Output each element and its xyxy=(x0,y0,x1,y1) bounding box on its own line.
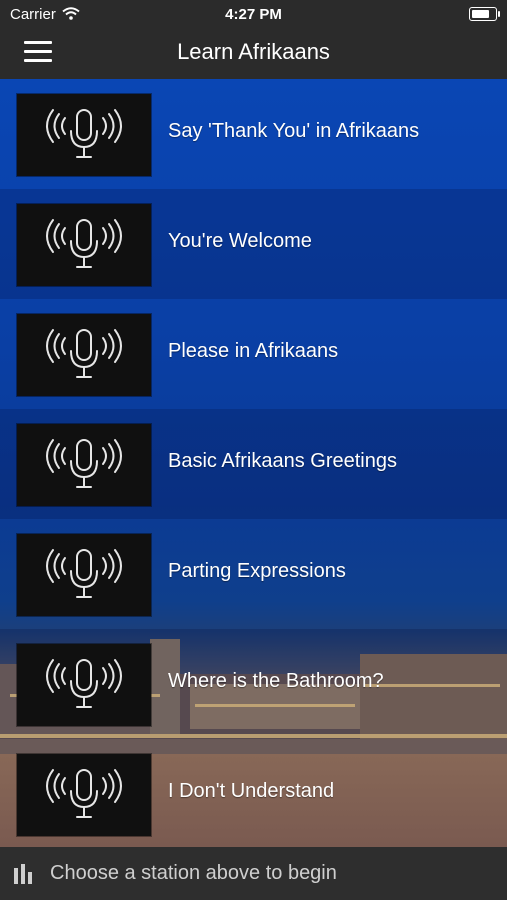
microphone-icon xyxy=(46,109,122,158)
station-thumbnail xyxy=(17,424,151,506)
station-list: Say 'Thank You' in Afrikaans You're Welc… xyxy=(0,79,507,847)
station-label: Basic Afrikaans Greetings xyxy=(168,450,397,472)
microphone-icon xyxy=(46,219,122,268)
station-thumbnail xyxy=(17,644,151,726)
station-row[interactable]: Say 'Thank You' in Afrikaans xyxy=(0,79,507,189)
station-thumbnail xyxy=(17,204,151,286)
microphone-icon xyxy=(46,439,122,488)
now-playing-bar: Choose a station above to begin xyxy=(0,847,507,900)
navigation-bar: Learn Afrikaans xyxy=(0,28,507,79)
station-thumbnail xyxy=(17,754,151,836)
microphone-icon xyxy=(46,659,122,708)
station-thumbnail xyxy=(17,534,151,616)
status-bar: Carrier 4:27 PM xyxy=(0,0,507,28)
station-row[interactable]: Where is the Bathroom? xyxy=(0,629,507,739)
station-row[interactable]: Basic Afrikaans Greetings xyxy=(0,409,507,519)
station-label: I Don't Understand xyxy=(168,780,335,802)
microphone-icon xyxy=(46,549,122,598)
station-row[interactable]: I Don't Understand xyxy=(0,739,507,847)
station-label: Please in Afrikaans xyxy=(168,340,339,362)
station-row[interactable]: You're Welcome xyxy=(0,189,507,299)
station-thumbnail xyxy=(17,314,151,396)
station-row[interactable]: Parting Expressions xyxy=(0,519,507,629)
clock: 4:27 PM xyxy=(225,6,282,23)
station-label: Say 'Thank You' in Afrikaans xyxy=(168,120,420,142)
status-message: Choose a station above to begin xyxy=(50,862,337,884)
microphone-icon xyxy=(46,329,122,378)
station-row[interactable]: Please in Afrikaans xyxy=(0,299,507,409)
battery-icon xyxy=(469,7,500,21)
station-label: Parting Expressions xyxy=(168,560,346,582)
station-thumbnail xyxy=(17,94,151,176)
microphone-icon xyxy=(46,769,122,818)
equalizer-icon xyxy=(14,864,32,884)
station-label: Where is the Bathroom? xyxy=(168,670,384,692)
page-title: Learn Afrikaans xyxy=(177,39,330,64)
station-label: You're Welcome xyxy=(168,230,312,252)
